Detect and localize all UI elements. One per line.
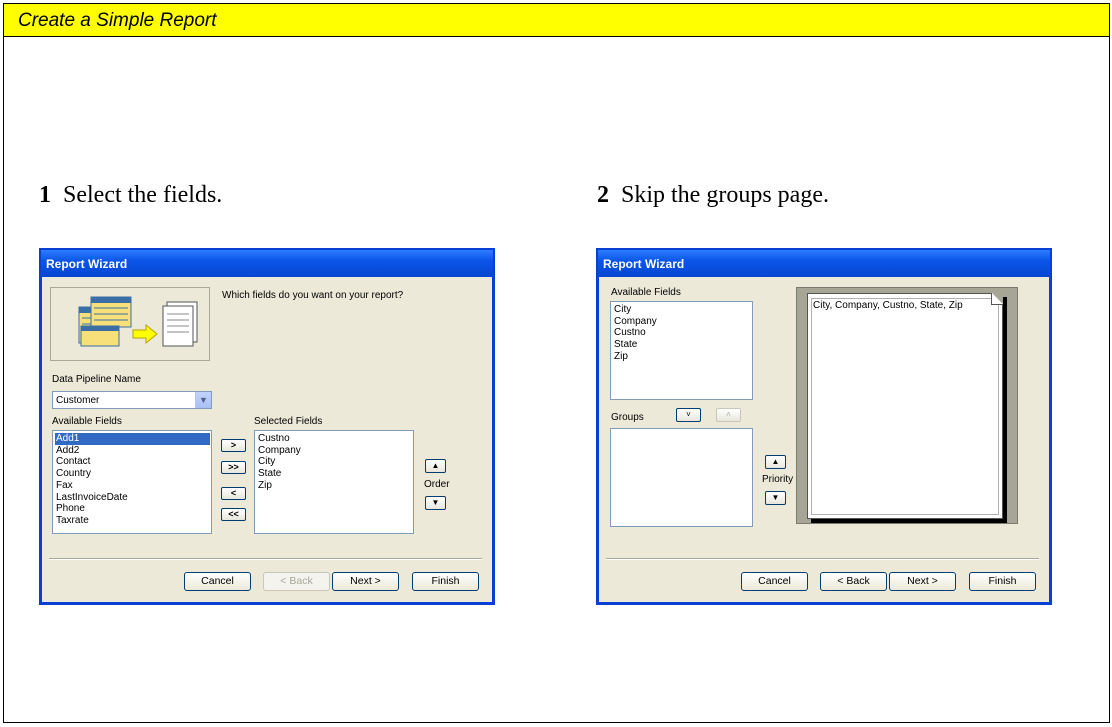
- list-item[interactable]: Custno: [257, 433, 412, 445]
- list-item[interactable]: Zip: [613, 351, 751, 363]
- page-frame: Create a Simple Report 1 Select the field…: [3, 3, 1110, 723]
- dialog-title: Report Wizard: [598, 250, 1050, 277]
- title-banner: Create a Simple Report: [4, 4, 1109, 37]
- table-to-report-icon: [78, 296, 198, 347]
- cancel-button[interactable]: Cancel: [741, 572, 808, 591]
- dialog-client-area: Which fields do you want on your report?…: [42, 277, 492, 602]
- list-item[interactable]: City: [257, 456, 412, 468]
- priority-up-button[interactable]: ▲: [765, 455, 786, 469]
- priority-label: Priority: [762, 474, 794, 485]
- next-button[interactable]: Next >: [889, 572, 956, 591]
- groups-list[interactable]: [610, 428, 753, 527]
- back-button[interactable]: < Back: [263, 572, 330, 591]
- step-1-number: 1: [39, 182, 51, 208]
- list-item[interactable]: Contact: [55, 456, 210, 468]
- back-button[interactable]: < Back: [820, 572, 887, 591]
- chevron-down-icon[interactable]: ▼: [195, 392, 211, 408]
- report-preview: City, Company, Custno, State, Zip: [796, 287, 1018, 524]
- remove-field-button[interactable]: <: [221, 487, 246, 500]
- add-all-fields-button[interactable]: >>: [221, 461, 246, 474]
- banner-title: Create a Simple Report: [18, 10, 217, 31]
- step-2-number: 2: [597, 182, 609, 208]
- finish-button[interactable]: Finish: [969, 572, 1036, 591]
- list-item[interactable]: Custno: [613, 327, 751, 339]
- report-wizard-dialog-groups: Report Wizard Available Fields City Comp…: [596, 248, 1052, 605]
- list-item[interactable]: Company: [257, 445, 412, 457]
- list-item[interactable]: LastInvoiceDate: [55, 492, 210, 504]
- list-item[interactable]: Add1: [55, 433, 210, 445]
- list-item[interactable]: City: [613, 304, 751, 316]
- report-wizard-dialog-fields: Report Wizard Which fields do you want o…: [39, 248, 495, 605]
- cancel-button[interactable]: Cancel: [184, 572, 251, 591]
- pipeline-value: Customer: [56, 395, 100, 406]
- add-field-button[interactable]: >: [221, 439, 246, 452]
- selected-fields-label: Selected Fields: [254, 416, 323, 427]
- divider: [606, 558, 1039, 560]
- available-fields-label: Available Fields: [52, 416, 122, 427]
- selected-fields-list[interactable]: Custno Company City State Zip: [254, 430, 414, 534]
- list-item[interactable]: Company: [613, 316, 751, 328]
- list-item[interactable]: Fax: [55, 480, 210, 492]
- preview-fields-text: City, Company, Custno, State, Zip: [813, 300, 963, 311]
- remove-group-button[interactable]: ˄: [716, 408, 741, 422]
- step-2-text: Skip the groups page.: [621, 182, 829, 208]
- dialog-client-area: Available Fields City Company Custno Sta…: [599, 277, 1049, 602]
- preview-page: City, Company, Custno, State, Zip: [807, 293, 1003, 519]
- priority-down-button[interactable]: ▼: [765, 491, 786, 505]
- remove-all-fields-button[interactable]: <<: [221, 508, 246, 521]
- order-down-button[interactable]: ▼: [425, 496, 446, 510]
- list-item[interactable]: Add2: [55, 445, 210, 457]
- order-label: Order: [424, 479, 450, 490]
- add-group-button[interactable]: ˅: [676, 408, 701, 422]
- available-fields-list[interactable]: City Company Custno State Zip: [610, 301, 753, 400]
- order-up-button[interactable]: ▲: [425, 459, 446, 473]
- fields-prompt: Which fields do you want on your report?: [222, 290, 404, 301]
- available-fields-list[interactable]: Add1 Add2 Contact Country Fax LastInvoic…: [52, 430, 212, 534]
- pipeline-select[interactable]: Customer ▼: [52, 391, 212, 409]
- list-item[interactable]: Zip: [257, 480, 412, 492]
- next-button[interactable]: Next >: [332, 572, 399, 591]
- dialog-title: Report Wizard: [41, 250, 493, 277]
- available-fields-label: Available Fields: [611, 287, 681, 298]
- finish-button[interactable]: Finish: [412, 572, 479, 591]
- list-item[interactable]: Taxrate: [55, 515, 210, 527]
- page-fold-icon: [991, 293, 1003, 305]
- divider: [49, 558, 482, 560]
- wizard-illustration: [50, 287, 210, 361]
- list-item[interactable]: State: [257, 468, 412, 480]
- list-item[interactable]: Phone: [55, 503, 210, 515]
- step-1-text: Select the fields.: [63, 182, 223, 208]
- list-item[interactable]: State: [613, 339, 751, 351]
- pipeline-label: Data Pipeline Name: [52, 374, 141, 385]
- groups-label: Groups: [611, 412, 644, 423]
- step-1-heading: 1 Select the fields.: [39, 182, 222, 209]
- step-2-heading: 2 Skip the groups page.: [597, 182, 829, 209]
- list-item[interactable]: Country: [55, 468, 210, 480]
